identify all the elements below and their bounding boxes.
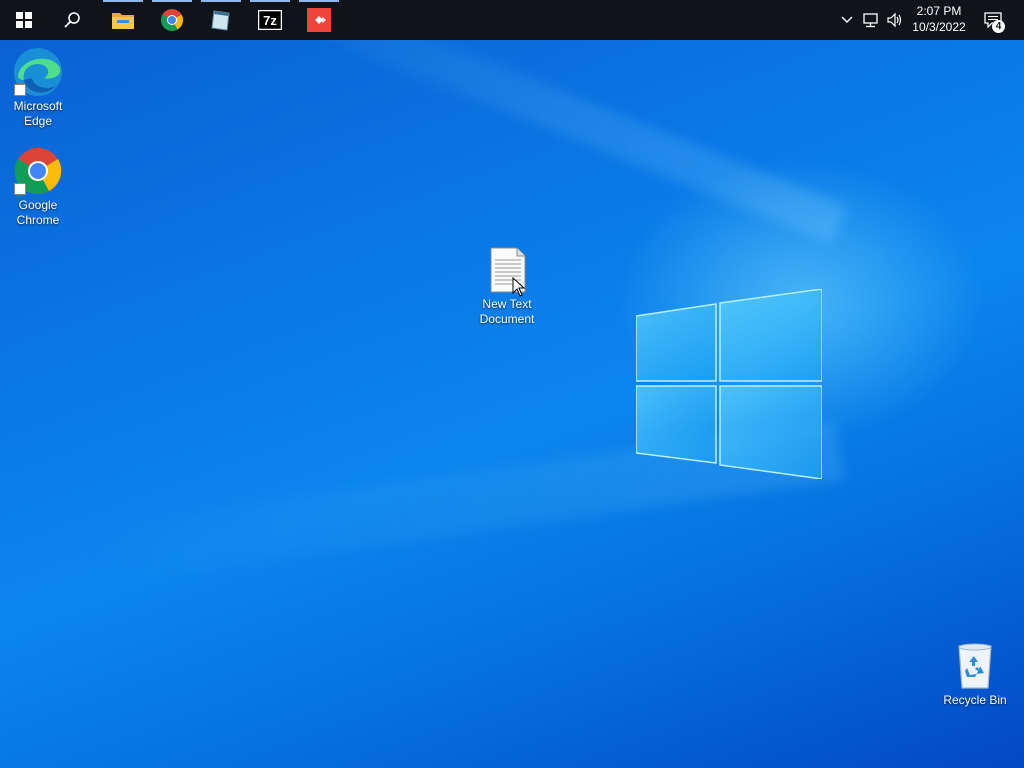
volume-icon xyxy=(887,12,902,28)
clock-time: 2:07 PM xyxy=(916,4,962,18)
taskbar-7zip[interactable]: 7z xyxy=(250,0,290,40)
desktop-icon-google-chrome[interactable]: Google Chrome xyxy=(0,145,76,228)
desktop-icon-label: Recycle Bin xyxy=(943,693,1007,707)
file-explorer-icon xyxy=(112,13,134,29)
desktop-icon-label: New Text Document xyxy=(479,297,535,326)
edge-icon xyxy=(12,46,64,98)
shortcut-arrow-icon xyxy=(14,84,26,96)
notepad-icon xyxy=(211,10,230,31)
shortcut-arrow-icon xyxy=(14,183,26,195)
network-button[interactable] xyxy=(860,0,882,40)
clock-date: 10/3/2022 xyxy=(912,20,966,34)
taskbar: 7z 2:07 PM 10/3/2022 4 xyxy=(0,0,1024,40)
chevron-up-icon xyxy=(841,16,853,23)
chrome-icon xyxy=(12,145,64,197)
network-icon xyxy=(863,13,878,28)
mouse-cursor-icon xyxy=(512,277,526,297)
7zip-icon: 7z xyxy=(258,10,282,30)
taskbar-notepad[interactable] xyxy=(201,0,241,40)
taskbar-file-explorer[interactable] xyxy=(103,0,143,40)
chrome-icon xyxy=(161,9,183,31)
show-hidden-icons-button[interactable] xyxy=(838,0,856,40)
start-button[interactable] xyxy=(0,0,48,40)
action-center-button[interactable] xyxy=(978,0,1008,40)
svg-text:7z: 7z xyxy=(263,13,277,28)
desktop-icon-label: Microsoft Edge xyxy=(13,99,63,128)
recycle-bin-icon xyxy=(949,640,1001,692)
desktop[interactable]: Microsoft Edge Google Chrome New Text Do… xyxy=(0,0,1024,768)
desktop-icon-microsoft-edge[interactable]: Microsoft Edge xyxy=(0,46,76,129)
windows-start-icon xyxy=(16,12,32,28)
notification-count-badge: 4 xyxy=(992,20,1005,33)
anydesk-icon xyxy=(307,8,331,32)
search-button[interactable] xyxy=(48,0,96,40)
taskbar-anydesk[interactable] xyxy=(299,0,339,40)
volume-button[interactable] xyxy=(884,0,906,40)
desktop-icon-recycle-bin[interactable]: Recycle Bin xyxy=(937,640,1013,708)
taskbar-clock[interactable]: 2:07 PM 10/3/2022 xyxy=(904,3,974,35)
windows-wallpaper-logo xyxy=(636,289,822,479)
desktop-icon-new-text-document[interactable]: New Text Document xyxy=(469,244,545,327)
search-icon xyxy=(64,12,80,28)
desktop-icon-label: Google Chrome xyxy=(16,198,60,227)
taskbar-chrome[interactable] xyxy=(152,0,192,40)
